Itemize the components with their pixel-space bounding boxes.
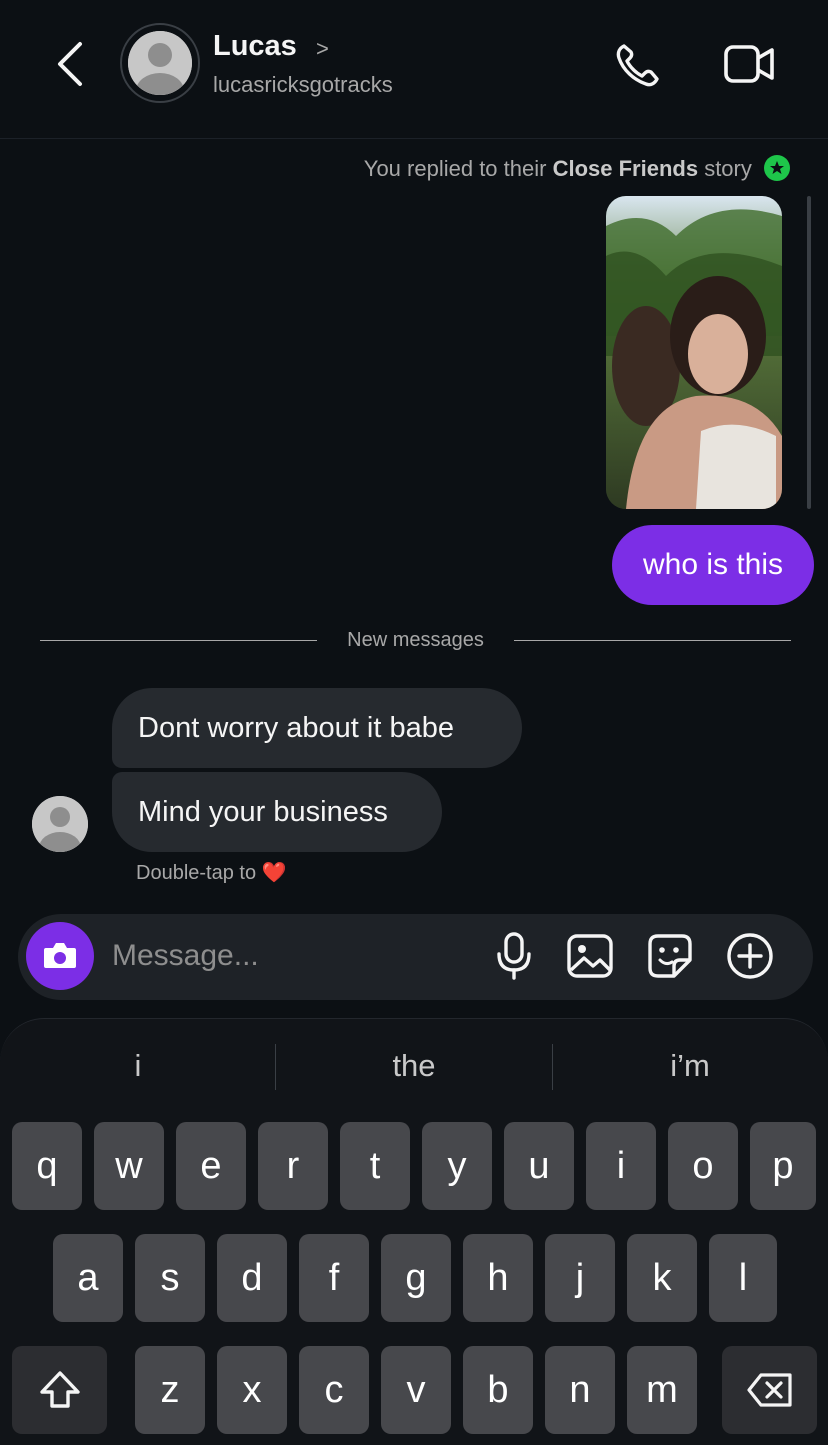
- camera-button[interactable]: [26, 922, 94, 990]
- received-message-bubble[interactable]: Dont worry about it babe: [112, 688, 522, 768]
- voice-message-button[interactable]: [490, 930, 538, 982]
- key-j[interactable]: j: [545, 1234, 615, 1322]
- key-d[interactable]: d: [217, 1234, 287, 1322]
- close-friends-star-icon: [764, 155, 790, 182]
- received-message-text: Dont worry about it babe: [138, 711, 454, 744]
- phone-icon: [616, 44, 659, 87]
- key-x[interactable]: x: [217, 1346, 287, 1434]
- avatar-placeholder-icon: [128, 31, 192, 95]
- back-button[interactable]: [48, 38, 96, 90]
- key-w[interactable]: w: [94, 1122, 164, 1210]
- key-e[interactable]: e: [176, 1122, 246, 1210]
- gallery-icon: [567, 934, 613, 978]
- key-g[interactable]: g: [381, 1234, 451, 1322]
- backspace-icon: [746, 1373, 792, 1407]
- new-messages-divider-right: [514, 640, 791, 641]
- key-m[interactable]: m: [627, 1346, 697, 1434]
- key-b[interactable]: b: [463, 1346, 533, 1434]
- key-f[interactable]: f: [299, 1234, 369, 1322]
- story-note-suffix: story: [704, 156, 752, 181]
- heart-icon: ❤️: [261, 862, 287, 884]
- shift-key[interactable]: [12, 1346, 107, 1434]
- key-u[interactable]: u: [504, 1122, 574, 1210]
- received-message-bubble[interactable]: Mind your business: [112, 772, 442, 852]
- key-c[interactable]: c: [299, 1346, 369, 1434]
- microphone-icon: [497, 932, 531, 980]
- profile-chevron-icon[interactable]: >: [316, 36, 329, 62]
- message-input[interactable]: [112, 936, 482, 976]
- suggestion-1[interactable]: i: [0, 1048, 276, 1084]
- key-k[interactable]: k: [627, 1234, 697, 1322]
- avatar-placeholder-icon: [32, 796, 88, 852]
- back-chevron-icon: [58, 42, 82, 86]
- story-note-close-friends: Close Friends: [552, 156, 699, 181]
- sticker-button[interactable]: [646, 930, 694, 982]
- video-call-button[interactable]: [722, 40, 778, 90]
- contact-username[interactable]: lucasricksgotracks: [213, 72, 393, 98]
- story-note-prefix: You replied to their: [363, 156, 547, 181]
- double-tap-label: Double-tap to: [136, 862, 257, 884]
- new-messages-divider-label: New messages: [347, 629, 484, 651]
- profile-avatar[interactable]: [128, 31, 192, 95]
- key-p[interactable]: p: [750, 1122, 816, 1210]
- plus-circle-icon: [727, 933, 773, 979]
- key-r[interactable]: r: [258, 1122, 328, 1210]
- key-v[interactable]: v: [381, 1346, 451, 1434]
- more-options-button[interactable]: [726, 930, 774, 982]
- shift-arrow-icon: [39, 1371, 80, 1408]
- story-reply-note: You replied to their Close Friends story: [250, 155, 790, 183]
- story-thumbnail[interactable]: [606, 196, 782, 509]
- key-t[interactable]: t: [340, 1122, 410, 1210]
- suggestion-2[interactable]: the: [276, 1048, 552, 1084]
- voice-call-button[interactable]: [612, 40, 664, 90]
- key-a[interactable]: a: [53, 1234, 123, 1322]
- video-camera-icon: [724, 45, 774, 83]
- sticker-icon: [648, 934, 692, 978]
- thread-scrollbar[interactable]: [807, 196, 811, 509]
- key-n[interactable]: n: [545, 1346, 615, 1434]
- received-message-text: Mind your business: [138, 795, 388, 828]
- sent-message-bubble[interactable]: who is this: [612, 525, 814, 605]
- key-s[interactable]: s: [135, 1234, 205, 1322]
- camera-icon: [44, 943, 76, 968]
- new-messages-divider-left: [40, 640, 317, 641]
- key-h[interactable]: h: [463, 1234, 533, 1322]
- key-y[interactable]: y: [422, 1122, 492, 1210]
- backspace-key[interactable]: [722, 1346, 817, 1434]
- key-i[interactable]: i: [586, 1122, 656, 1210]
- key-z[interactable]: z: [135, 1346, 205, 1434]
- contact-name[interactable]: Lucas: [213, 30, 297, 63]
- key-q[interactable]: q: [12, 1122, 82, 1210]
- suggestion-3[interactable]: i’m: [552, 1048, 828, 1084]
- gallery-button[interactable]: [566, 930, 614, 982]
- double-tap-hint: Double-tap to ❤️: [136, 860, 287, 885]
- key-o[interactable]: o: [668, 1122, 738, 1210]
- key-l[interactable]: l: [709, 1234, 777, 1322]
- sender-avatar[interactable]: [32, 796, 88, 852]
